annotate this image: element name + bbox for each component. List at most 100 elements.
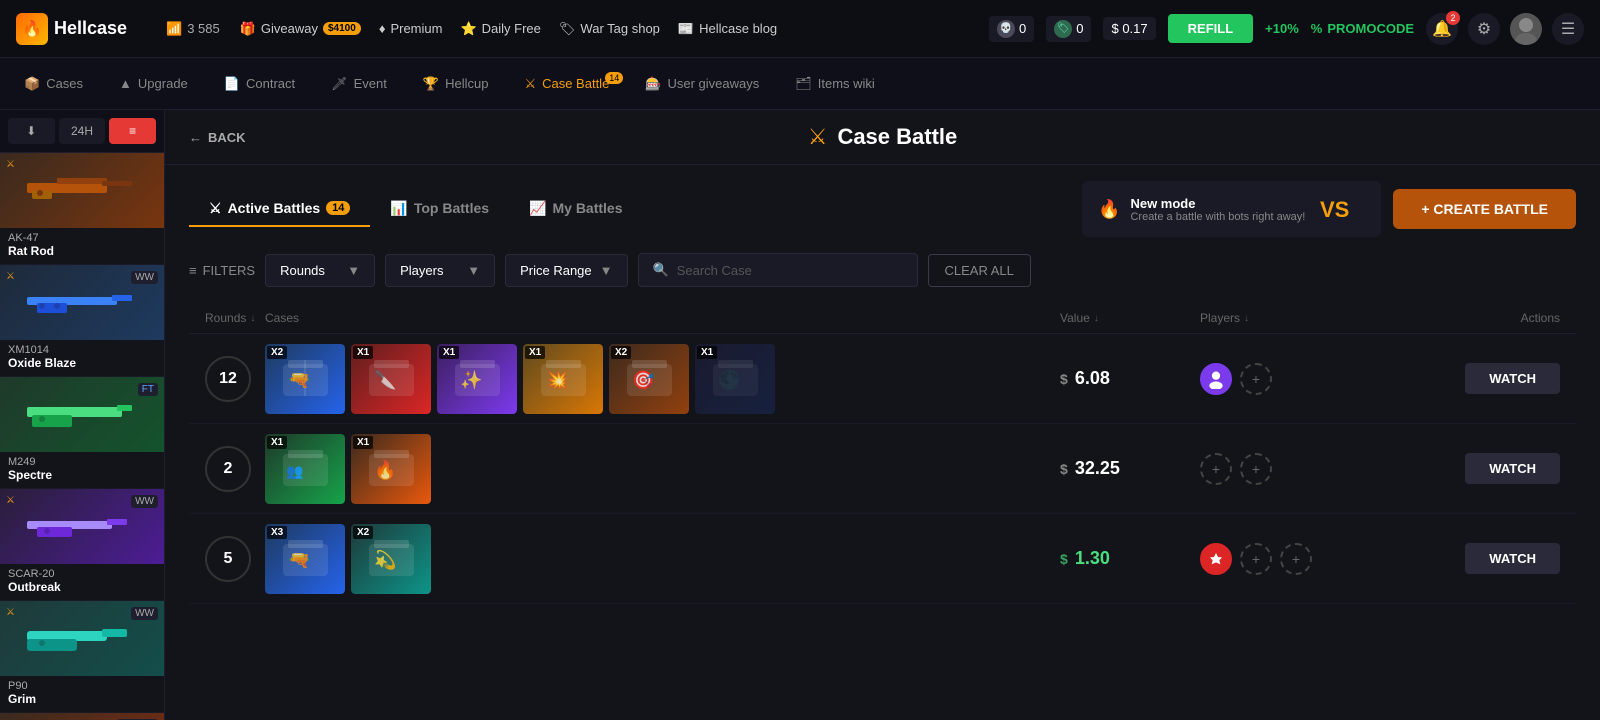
- case-battle-icon: ⚔: [524, 76, 536, 92]
- nav-hellcup[interactable]: 🏆 Hellcup: [407, 70, 505, 98]
- cases-list-row3: 🔫 X3 💫 X2: [265, 524, 1060, 594]
- p90-info: P90 Grim: [0, 676, 164, 712]
- row1-players: +: [1200, 363, 1380, 395]
- nav-right: 💀 0 🏷 0 $ 0.17 REFILL +10% % PROMOCODE 🔔…: [989, 13, 1584, 45]
- svg-text:🔥: 🔥: [374, 459, 396, 480]
- active-battles-count: 14: [326, 201, 350, 215]
- bell-button[interactable]: 🔔 2: [1426, 13, 1458, 45]
- signal-icon: 📶: [166, 21, 182, 37]
- nav-contract[interactable]: 📄 Contract: [208, 70, 311, 98]
- search-input[interactable]: [677, 263, 903, 278]
- war-tag-icon: 🏷: [559, 21, 576, 37]
- menu-button[interactable]: ☰: [1552, 13, 1584, 45]
- case-battle-label: Case Battle: [542, 76, 609, 91]
- xm1014-vs-badge: ⚔: [6, 271, 15, 282]
- rounds-sort-icon[interactable]: ↓: [250, 313, 255, 324]
- case-count: X2: [267, 346, 287, 359]
- ak47-vs-badge: ⚔: [6, 159, 15, 170]
- scar20-badge: WW: [131, 495, 158, 508]
- create-battle-button[interactable]: + CREATE BATTLE: [1393, 189, 1576, 229]
- sidebar-download-btn[interactable]: ⬇: [8, 118, 55, 144]
- add-player-button[interactable]: +: [1200, 453, 1232, 485]
- player-avatar-1: [1200, 363, 1232, 395]
- round-number-5: 5: [205, 536, 265, 582]
- players-filter[interactable]: Players ▼: [385, 254, 495, 287]
- add-player-button[interactable]: +: [1240, 363, 1272, 395]
- sidebar-24h-btn[interactable]: 24H: [59, 118, 106, 144]
- settings-button[interactable]: ⚙: [1468, 13, 1500, 45]
- dollar-value: $ 0.17: [1111, 21, 1147, 36]
- wiki-label: Items wiki: [818, 76, 875, 91]
- value-sort-icon[interactable]: ↓: [1094, 313, 1099, 324]
- case-item: 🔫 X2: [265, 344, 345, 414]
- back-button[interactable]: ← BACK: [189, 130, 246, 145]
- row3-value: $ 1.30: [1060, 548, 1200, 569]
- vs-image: VS: [1315, 189, 1365, 229]
- sidebar-item-xm1014[interactable]: XM1014 Oxide Blaze WW ⚔: [0, 265, 164, 377]
- new-mode-desc: Create a battle with bots right away!: [1130, 211, 1305, 223]
- nav-case-battle[interactable]: ⚔ Case Battle 14: [508, 70, 625, 98]
- tab-active-battles[interactable]: ⚔ Active Battles 14: [189, 192, 370, 227]
- svg-text:✨: ✨: [460, 370, 482, 390]
- filters-label: ≡ FILTERS: [189, 263, 255, 278]
- watch-button-row1[interactable]: WATCH: [1465, 363, 1560, 394]
- nav-user-giveaways[interactable]: 🎰 User giveaways: [629, 70, 775, 98]
- case-count: X1: [353, 436, 373, 449]
- nav-items-wiki[interactable]: 🗂 Items wiki: [779, 70, 891, 98]
- sidebar-item-p90[interactable]: P90 Grim WW ⚔: [0, 601, 164, 713]
- svg-text:🔫: 🔫: [288, 370, 310, 390]
- nav-upgrade[interactable]: ▲ Upgrade: [103, 70, 204, 97]
- add-player-button[interactable]: +: [1240, 543, 1272, 575]
- rounds-header-label: Rounds: [205, 311, 246, 325]
- table-row: 5 🔫 X3 💫: [189, 514, 1576, 604]
- upgrade-label: Upgrade: [138, 76, 188, 91]
- watch-button-row2[interactable]: WATCH: [1465, 453, 1560, 484]
- sidebar-item-scar20[interactable]: SCAR-20 Outbreak WW ⚔: [0, 489, 164, 601]
- contract-label: Contract: [246, 76, 295, 91]
- plus10-button[interactable]: +10%: [1265, 21, 1299, 36]
- nav-premium[interactable]: ♦ Premium: [379, 21, 443, 36]
- svg-text:VS: VS: [1320, 197, 1349, 222]
- nav-daily-free[interactable]: ⭐ Daily Free: [460, 21, 540, 37]
- filters-text: FILTERS: [203, 263, 256, 278]
- players-sort-icon[interactable]: ↓: [1244, 313, 1249, 324]
- promocode-button[interactable]: % PROMOCODE: [1311, 21, 1414, 36]
- case-count: X1: [353, 346, 373, 359]
- add-player-button[interactable]: +: [1280, 543, 1312, 575]
- price-range-filter[interactable]: Price Range ▼: [505, 254, 627, 287]
- ak47-title: Rat Rod: [8, 244, 156, 258]
- watch-button-row3[interactable]: WATCH: [1465, 543, 1560, 574]
- players-col-header: Players ↓: [1200, 311, 1380, 325]
- add-player-button[interactable]: +: [1240, 453, 1272, 485]
- nav-giveaway[interactable]: 🎁 Giveaway $4100: [240, 21, 361, 37]
- nav-event[interactable]: 🗡 Event: [315, 70, 403, 98]
- tab-top-battles[interactable]: 📊 Top Battles: [370, 192, 509, 227]
- daily-free-icon: ⭐: [460, 21, 476, 37]
- round-circle-12: 12: [205, 356, 251, 402]
- giveaway-label: Giveaway: [261, 21, 318, 36]
- sidebar-toolbar: ⬇ 24H ≡: [0, 110, 164, 153]
- sidebar-item-mag7[interactable]: MAG-7 Sotek S... MW ST ⚔: [0, 713, 164, 720]
- sidebar-item-m249[interactable]: M249 Spectre FT: [0, 377, 164, 489]
- nav-cases[interactable]: 📦 Cases: [8, 70, 99, 98]
- promo-icon: %: [1311, 21, 1323, 36]
- skull-value: 0: [1019, 21, 1026, 36]
- nav-blog[interactable]: 📰 Hellcase blog: [678, 21, 777, 37]
- rounds-filter[interactable]: Rounds ▼: [265, 254, 375, 287]
- blog-label: Hellcase blog: [699, 21, 777, 36]
- svg-text:🌑: 🌑: [718, 369, 740, 390]
- nav-war-tag[interactable]: 🏷 War Tag shop: [559, 21, 660, 37]
- logo[interactable]: 🔥 Hellcase: [16, 13, 146, 45]
- nav-links: 🎁 Giveaway $4100 ♦ Premium ⭐ Daily Free …: [240, 21, 969, 37]
- clear-all-button[interactable]: CLEAR ALL: [928, 254, 1031, 287]
- sidebar-filter-btn[interactable]: ≡: [109, 118, 156, 144]
- case-count: X2: [611, 346, 631, 359]
- avatar[interactable]: [1510, 13, 1542, 45]
- m249-name: M249: [8, 456, 156, 468]
- tab-my-battles[interactable]: 📈 My Battles: [509, 192, 642, 227]
- sidebar-item-ak47[interactable]: AK-47 Rat Rod ⚔: [0, 153, 164, 265]
- search-filter[interactable]: 🔍: [638, 253, 918, 287]
- daily-free-label: Daily Free: [482, 21, 541, 36]
- battle-section: ⚔ Active Battles 14 📊 Top Battles 📈 My B…: [165, 165, 1600, 620]
- refill-button[interactable]: REFILL: [1168, 14, 1254, 43]
